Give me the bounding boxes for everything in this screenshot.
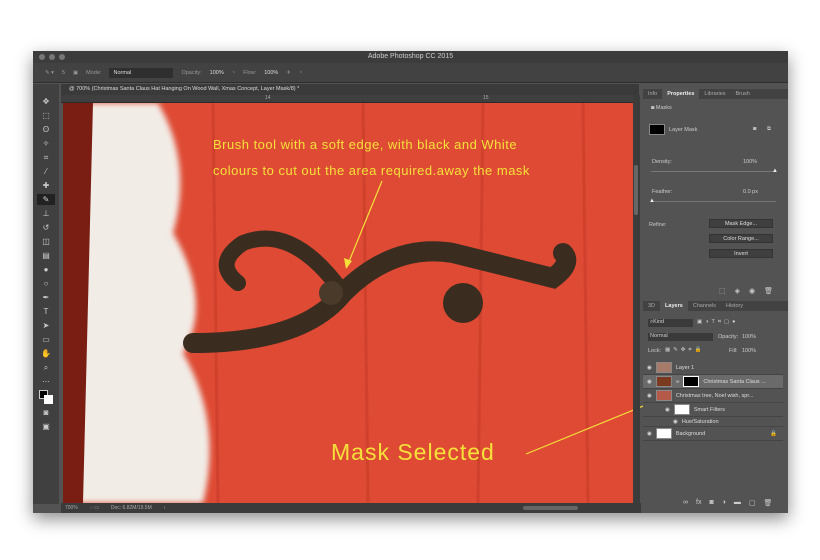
layer-opacity-field[interactable]: 100% bbox=[742, 334, 756, 340]
filter-mask-thumbnail bbox=[673, 404, 690, 415]
layer-name: Christmas tree, Noel wish, spr... bbox=[675, 392, 754, 399]
eye-icon[interactable]: ◉ bbox=[665, 407, 670, 413]
eye-icon[interactable]: ◉ bbox=[647, 365, 652, 371]
layer-row[interactable]: ◉ Layer 1 bbox=[643, 361, 783, 375]
layer-mask-thumbnail[interactable] bbox=[683, 376, 700, 387]
properties-panel: Info Properties Libraries Brush ◙ Masks … bbox=[643, 89, 788, 297]
layer-name: Hue/Saturation bbox=[681, 418, 719, 425]
properties-footer: ⬚ ◈ ◉ 🗑 bbox=[719, 287, 773, 295]
tab-info[interactable]: Info bbox=[643, 89, 662, 99]
layers-panel: 3D Layers Channels History ⌕Kind ▣◑T⌗▢● … bbox=[643, 301, 788, 513]
density-value[interactable]: 100% bbox=[743, 159, 757, 165]
load-selection-icon[interactable]: ⬚ bbox=[719, 287, 726, 295]
layer-thumbnail bbox=[655, 390, 672, 401]
link-layers-icon[interactable]: ∞ bbox=[683, 499, 688, 507]
smart-filters-row[interactable]: ◉ Smart Filters bbox=[643, 403, 783, 417]
status-icons[interactable]: ◌ ▭ bbox=[90, 503, 99, 513]
fill-label: Fill: bbox=[729, 348, 738, 354]
tab-3d[interactable]: 3D bbox=[643, 301, 660, 311]
eye-icon[interactable]: ◉ bbox=[647, 379, 652, 385]
fx-icon[interactable]: fx bbox=[696, 499, 701, 507]
vector-mask-icon[interactable]: ⧉ bbox=[767, 126, 771, 133]
tab-layers[interactable]: Layers bbox=[660, 301, 688, 311]
layer-name: Background bbox=[675, 430, 706, 437]
layer-mask-label: Layer Mask bbox=[669, 127, 698, 133]
layer-name: Smart Filters bbox=[693, 406, 725, 413]
eye-icon[interactable]: ◉ bbox=[647, 393, 652, 399]
doc-size: Doc: 6.82M/19.5M bbox=[110, 505, 152, 511]
feather-label: Feather: bbox=[652, 189, 673, 195]
select-mask-icon[interactable]: ◙ bbox=[753, 126, 756, 132]
section-title: Masks bbox=[655, 105, 672, 111]
layer-name: Christmas Santa Claus ... bbox=[703, 378, 766, 385]
lock-icons[interactable]: ▦✎✥⌗🔒 bbox=[665, 347, 704, 354]
layers-footer: ∞ fx ◙ ◑ ▬ ▢ 🗑 bbox=[683, 499, 772, 507]
blend-mode-select[interactable]: Normal bbox=[648, 333, 713, 341]
density-label: Density: bbox=[652, 159, 672, 165]
link-icon: ∞ bbox=[675, 378, 680, 385]
density-slider[interactable]: ▲ bbox=[651, 168, 778, 174]
mask-edge-button[interactable]: Mask Edge... bbox=[709, 219, 773, 228]
zoom-level[interactable]: 700% bbox=[65, 503, 78, 513]
layer-row[interactable]: ◉ Background 🔒 bbox=[643, 427, 783, 441]
layer-thumbnail bbox=[655, 376, 672, 387]
lock-icon: 🔒 bbox=[770, 430, 777, 437]
invert-button[interactable]: Invert bbox=[709, 249, 773, 258]
group-icon[interactable]: ▬ bbox=[734, 499, 741, 507]
layer-filter-select[interactable]: ⌕Kind bbox=[648, 319, 693, 327]
feather-value[interactable]: 0.0 px bbox=[743, 189, 758, 195]
new-layer-icon[interactable]: ▢ bbox=[749, 499, 756, 507]
delete-layer-icon[interactable]: 🗑 bbox=[764, 499, 773, 507]
layer-mask-thumbnail[interactable] bbox=[649, 124, 665, 135]
layer-opacity-label: Opacity: bbox=[718, 334, 739, 340]
lock-label: Lock: bbox=[648, 348, 662, 354]
vertical-scrollbar[interactable] bbox=[633, 95, 640, 503]
adjustment-icon[interactable]: ◑ bbox=[722, 499, 726, 507]
masks-header: ◙ Masks bbox=[651, 105, 672, 111]
filter-icons[interactable]: ▣◑T⌗▢● bbox=[697, 319, 739, 326]
color-range-button[interactable]: Color Range... bbox=[709, 234, 773, 243]
photoshop-window: Adobe Photoshop CC 2015 ✎ ▾ 5 ▣ Mode: No… bbox=[33, 51, 788, 513]
add-mask-icon[interactable]: ◙ bbox=[709, 499, 713, 507]
eye-icon[interactable]: ◉ bbox=[673, 419, 678, 425]
refine-label: Refine: bbox=[649, 222, 667, 228]
tab-channels[interactable]: Channels bbox=[688, 301, 721, 311]
apply-mask-icon[interactable]: ◈ bbox=[735, 287, 740, 295]
layer-row-selected[interactable]: ◉ ∞ Christmas Santa Claus ... bbox=[643, 375, 783, 389]
layer-row[interactable]: ◉ Christmas tree, Noel wish, spr... bbox=[643, 389, 783, 403]
delete-mask-icon[interactable]: 🗑 bbox=[764, 287, 773, 295]
tab-libraries[interactable]: Libraries bbox=[699, 89, 730, 99]
horizontal-scrollbar[interactable] bbox=[523, 506, 578, 510]
hue-saturation-row[interactable]: ◉ Hue/Saturation bbox=[643, 417, 783, 427]
status-menu-arrow[interactable]: › bbox=[164, 503, 166, 513]
tab-brush[interactable]: Brush bbox=[731, 89, 755, 99]
layer-thumbnail bbox=[655, 362, 672, 373]
layer-name: Layer 1 bbox=[675, 364, 695, 371]
eye-icon[interactable]: ◉ bbox=[647, 431, 652, 437]
fill-field[interactable]: 100% bbox=[742, 348, 756, 354]
tab-history[interactable]: History bbox=[721, 301, 748, 311]
visibility-icon[interactable]: ◉ bbox=[749, 287, 755, 295]
tab-properties[interactable]: Properties bbox=[662, 89, 700, 99]
feather-slider[interactable]: ▲ bbox=[649, 198, 776, 204]
layer-thumbnail bbox=[655, 428, 672, 439]
